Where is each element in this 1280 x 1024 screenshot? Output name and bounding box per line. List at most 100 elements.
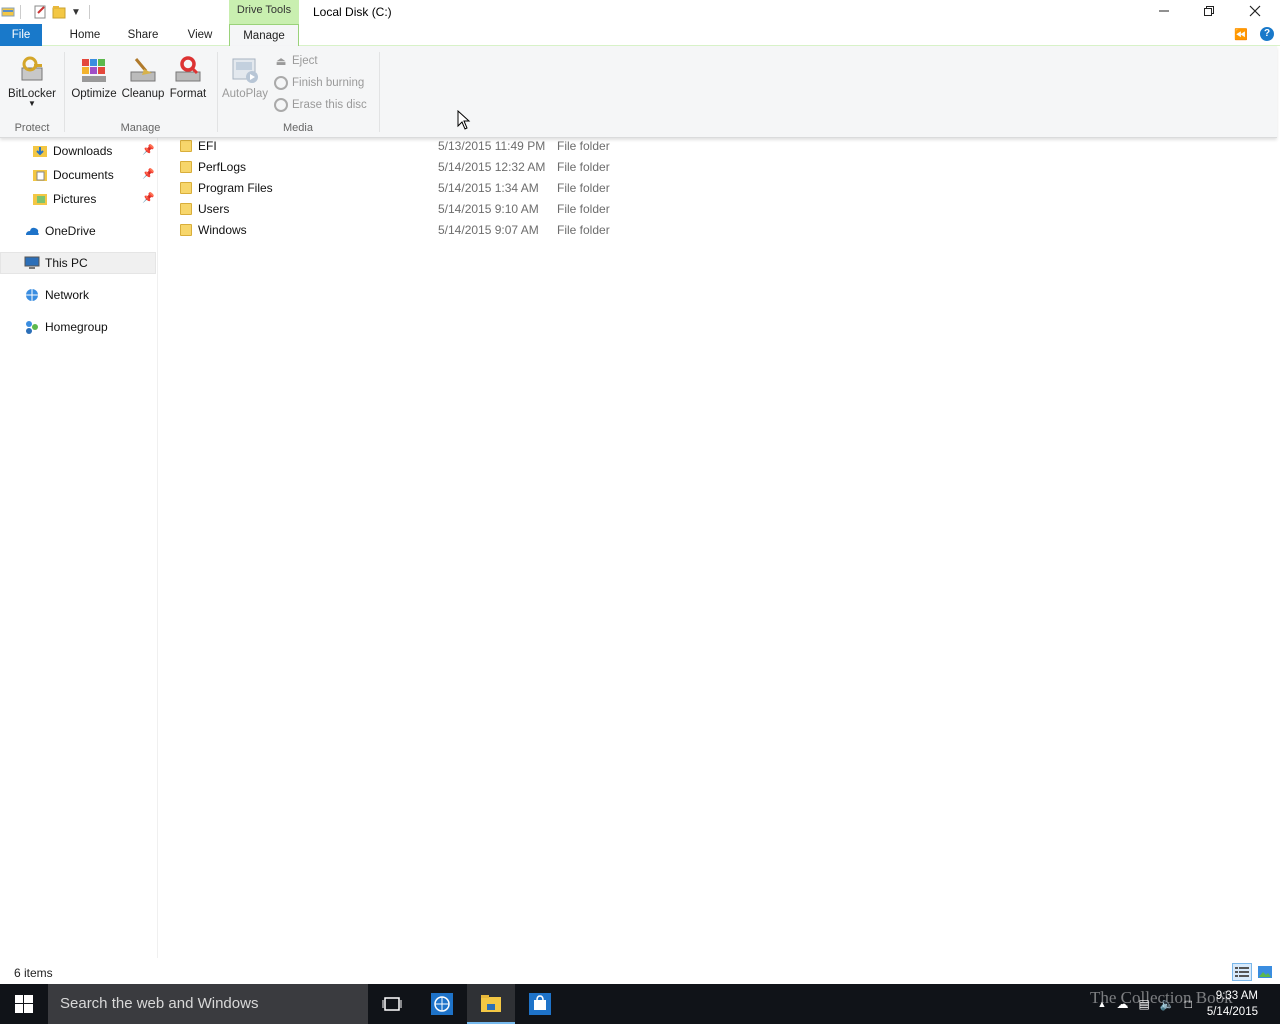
format-button[interactable]: Format <box>167 52 209 100</box>
erase-disc-icon <box>274 98 288 112</box>
pin-icon[interactable]: 📌 <box>142 169 154 180</box>
nav-label: Downloads <box>53 144 113 158</box>
downloads-icon <box>32 143 48 159</box>
taskbar-browser-button[interactable] <box>418 984 466 1024</box>
qat-divider <box>89 5 90 19</box>
details-view-button[interactable] <box>1232 963 1252 981</box>
file-type: File folder <box>557 160 610 174</box>
nav-item-network[interactable]: Network <box>24 284 156 306</box>
new-folder-icon[interactable] <box>49 3 69 21</box>
onedrive-tray-icon[interactable]: ☁ <box>1116 997 1128 1011</box>
tab-share[interactable]: Share <box>120 24 166 46</box>
taskbar-file-explorer-button[interactable] <box>467 984 515 1024</box>
store-icon <box>529 993 551 1015</box>
explorer-icon[interactable] <box>0 4 16 20</box>
ribbon-panel: BitLocker ▼ Optimize Cleanup Format Auto… <box>0 46 1277 138</box>
file-type: File folder <box>557 202 610 216</box>
nav-item-downloads[interactable]: Downloads <box>32 140 156 162</box>
chevron-down-icon[interactable]: ▼ <box>69 3 83 21</box>
cleanup-icon <box>126 52 160 88</box>
title-bar: ▼ Drive Tools Local Disk (C:) <box>0 0 1280 24</box>
pin-icon[interactable]: 📌 <box>142 193 154 204</box>
folder-icon <box>180 203 192 215</box>
nav-label: Documents <box>53 168 114 182</box>
tab-manage[interactable]: Manage <box>229 24 299 47</box>
nav-item-documents[interactable]: Documents <box>32 164 156 186</box>
restore-button[interactable] <box>1186 0 1232 22</box>
file-type: File folder <box>557 181 610 195</box>
group-separator <box>217 52 218 132</box>
nav-item-homegroup[interactable]: Homegroup <box>24 316 156 338</box>
erase-disc-label: Erase this disc <box>292 99 367 111</box>
taskbar-store-button[interactable] <box>516 984 564 1024</box>
folder-icon <box>481 995 501 1012</box>
file-name: PerfLogs <box>198 160 247 174</box>
notifications-icon[interactable]: □ <box>1185 997 1192 1011</box>
cleanup-label: Cleanup <box>121 88 165 100</box>
minimize-button[interactable] <box>1141 0 1187 22</box>
nav-label: Network <box>45 288 90 302</box>
folder-icon <box>180 224 192 236</box>
erase-disc-button[interactable]: Erase this disc <box>274 95 367 115</box>
file-name: Users <box>198 202 230 216</box>
minimize-ribbon-icon[interactable]: ⏪ <box>1234 28 1248 41</box>
folder-icon <box>180 161 192 173</box>
autoplay-button[interactable]: AutoPlay <box>222 52 268 100</box>
list-item[interactable]: PerfLogs 5/14/2015 12:32 AM File folder <box>176 157 636 178</box>
autoplay-label: AutoPlay <box>221 88 269 100</box>
documents-icon <box>32 167 48 183</box>
navigation-pane: Downloads 📌 Documents 📌 Pictures 📌 OneDr… <box>0 138 158 958</box>
qat-divider <box>20 5 21 19</box>
format-label: Format <box>169 88 207 100</box>
homegroup-icon <box>24 319 40 335</box>
optimize-button[interactable]: Optimize <box>70 52 118 100</box>
window-title: Local Disk (C:) <box>313 5 392 19</box>
nav-item-pictures[interactable]: Pictures <box>32 188 156 210</box>
tab-view[interactable]: View <box>178 24 222 46</box>
taskbar-search-box[interactable]: Search the web and Windows <box>48 984 368 1024</box>
cleanup-button[interactable]: Cleanup <box>120 52 166 100</box>
list-item[interactable]: Windows 5/14/2015 9:07 AM File folder <box>176 220 636 241</box>
chevron-down-icon: ▼ <box>28 99 36 108</box>
nav-label: Pictures <box>53 192 97 206</box>
file-date: 5/13/2015 11:49 PM <box>438 139 546 153</box>
clock-time: 9:33 AM <box>1215 990 1258 1002</box>
list-item[interactable]: Program Files 5/14/2015 1:34 AM File fol… <box>176 178 636 199</box>
task-view-button[interactable] <box>368 984 416 1024</box>
file-name: Windows <box>198 223 247 237</box>
pictures-icon <box>32 191 48 207</box>
quick-access-toolbar: ▼ <box>0 2 90 22</box>
group-separator <box>379 52 380 132</box>
chevron-up-icon[interactable]: ▲ <box>1098 999 1107 1009</box>
help-icon[interactable]: ? <box>1260 27 1274 41</box>
onedrive-icon <box>24 223 40 239</box>
network-tray-icon[interactable]: ▤ <box>1138 997 1149 1011</box>
properties-icon[interactable] <box>31 3 49 21</box>
pin-icon[interactable]: 📌 <box>142 145 154 156</box>
file-type: File folder <box>557 223 610 237</box>
nav-label: This PC <box>45 256 88 270</box>
autoplay-icon <box>228 52 262 88</box>
network-icon <box>24 287 40 303</box>
tab-home[interactable]: Home <box>60 24 110 46</box>
volume-icon[interactable]: 🔈 <box>1160 997 1175 1011</box>
file-name: Program Files <box>198 181 273 195</box>
item-count: 6 items <box>14 966 53 980</box>
nav-item-this-pc[interactable]: This PC <box>0 252 156 274</box>
file-type: File folder <box>557 139 610 153</box>
group-label-manage: Manage <box>120 122 161 134</box>
finish-burning-button[interactable]: Finish burning <box>274 73 364 93</box>
taskbar-clock[interactable]: 9:33 AM 5/14/2015 <box>1207 988 1258 1020</box>
large-icons-view-button[interactable] <box>1255 963 1275 981</box>
tab-file[interactable]: File <box>0 24 42 46</box>
close-button[interactable] <box>1232 0 1278 22</box>
nav-item-onedrive[interactable]: OneDrive <box>24 220 156 242</box>
bitlocker-button[interactable]: BitLocker ▼ <box>6 52 58 108</box>
windows-logo-icon <box>15 995 33 1013</box>
drive-tools-context-label: Drive Tools <box>229 0 299 24</box>
folder-icon <box>180 182 192 194</box>
list-item[interactable]: EFI 5/13/2015 11:49 PM File folder <box>176 136 636 157</box>
list-item[interactable]: Users 5/14/2015 9:10 AM File folder <box>176 199 636 220</box>
eject-button[interactable]: ⏏ Eject <box>274 51 318 71</box>
start-button[interactable] <box>0 984 48 1024</box>
